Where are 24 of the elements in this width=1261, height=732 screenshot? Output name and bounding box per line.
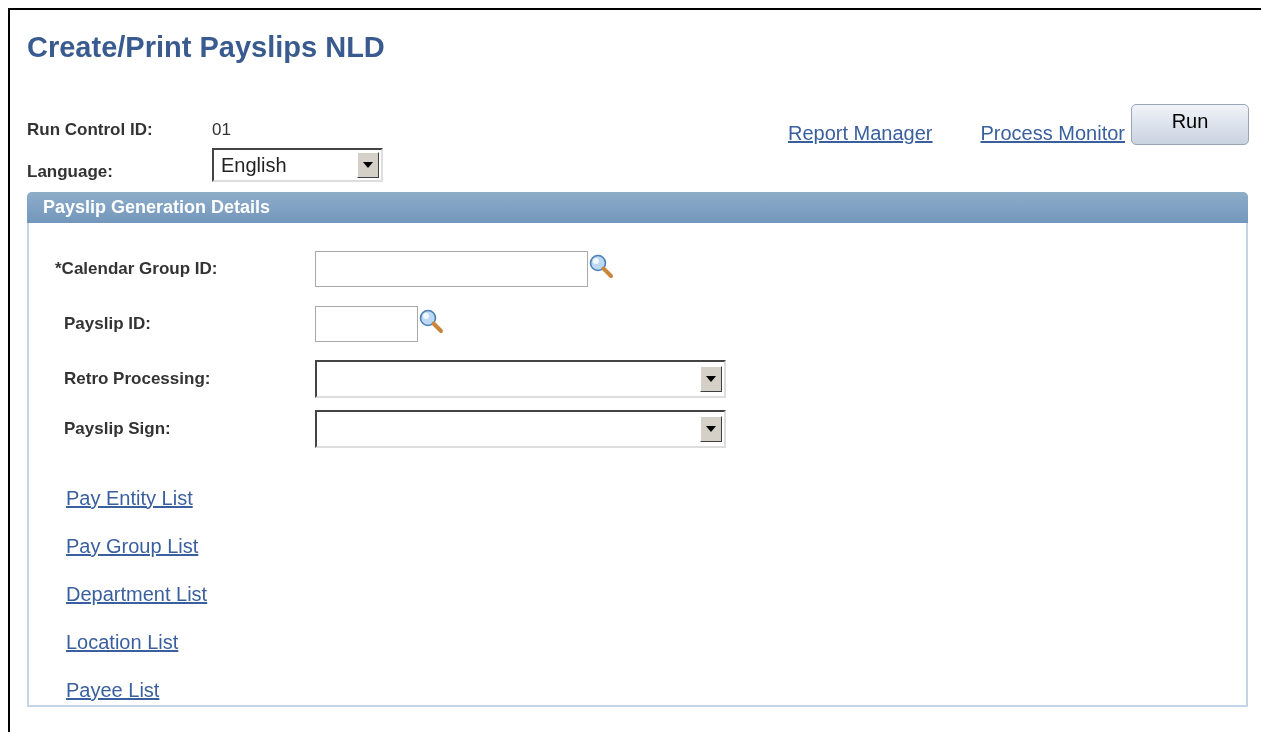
language-dropdown[interactable]: English [212,148,383,182]
search-icon[interactable] [588,252,614,279]
list-link[interactable]: Payee List [66,666,160,714]
header-link[interactable]: Process Monitor [980,122,1125,145]
input-field[interactable] [315,250,588,287]
input-field[interactable] [315,305,418,342]
list-link[interactable]: Pay Entity List [66,474,193,522]
run-button[interactable]: Run [1131,104,1249,145]
field-label: Payslip Sign: [63,419,172,439]
dropdown-field[interactable] [315,410,726,448]
field-label: Run Control ID: [27,120,154,140]
list-link[interactable]: Pay Group List [66,522,199,570]
field-label: *Calendar Group ID: [55,258,219,279]
dropdown-field[interactable] [315,360,726,398]
panel-header: Payslip Generation Details [27,192,1248,223]
header-link[interactable]: Report Manager [787,122,933,145]
field-label: Retro Processing: [63,369,212,389]
search-icon[interactable] [418,307,444,334]
list-link[interactable]: Department List [66,570,208,618]
page-title: Create/Print Payslips NLD [27,30,386,65]
field-label: Language: [27,162,114,182]
list-link[interactable]: Location List [66,618,179,666]
field-label: Payslip ID: [63,313,152,334]
field-value: 01 [212,120,231,140]
